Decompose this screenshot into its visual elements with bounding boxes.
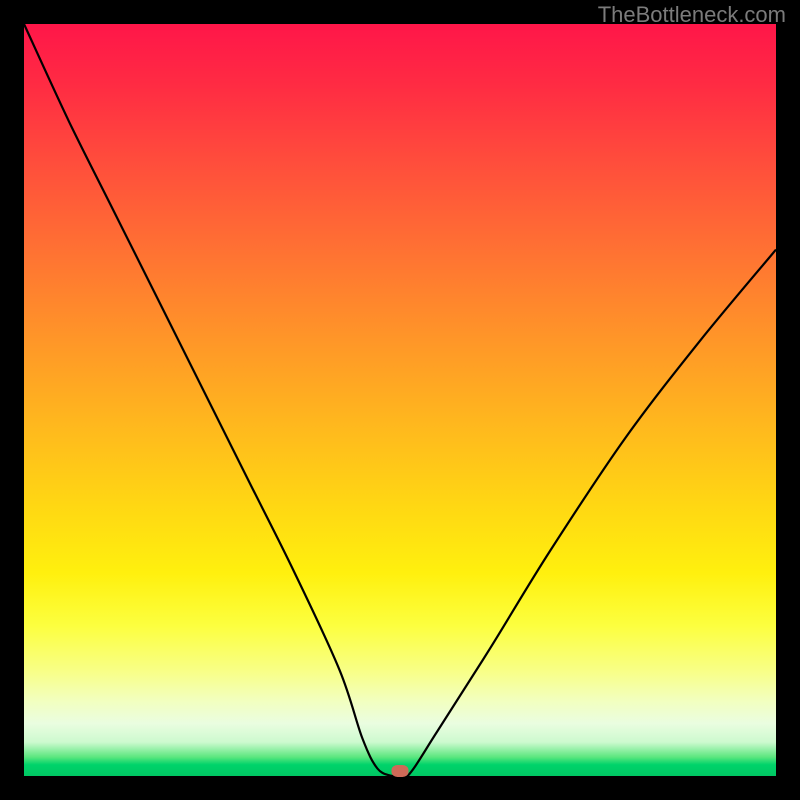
bottleneck-curve-path bbox=[24, 24, 776, 780]
minimum-marker bbox=[392, 765, 409, 777]
plot-area bbox=[24, 24, 776, 776]
curve-svg bbox=[24, 24, 776, 776]
chart-frame: TheBottleneck.com bbox=[0, 0, 800, 800]
watermark-text: TheBottleneck.com bbox=[598, 2, 786, 28]
